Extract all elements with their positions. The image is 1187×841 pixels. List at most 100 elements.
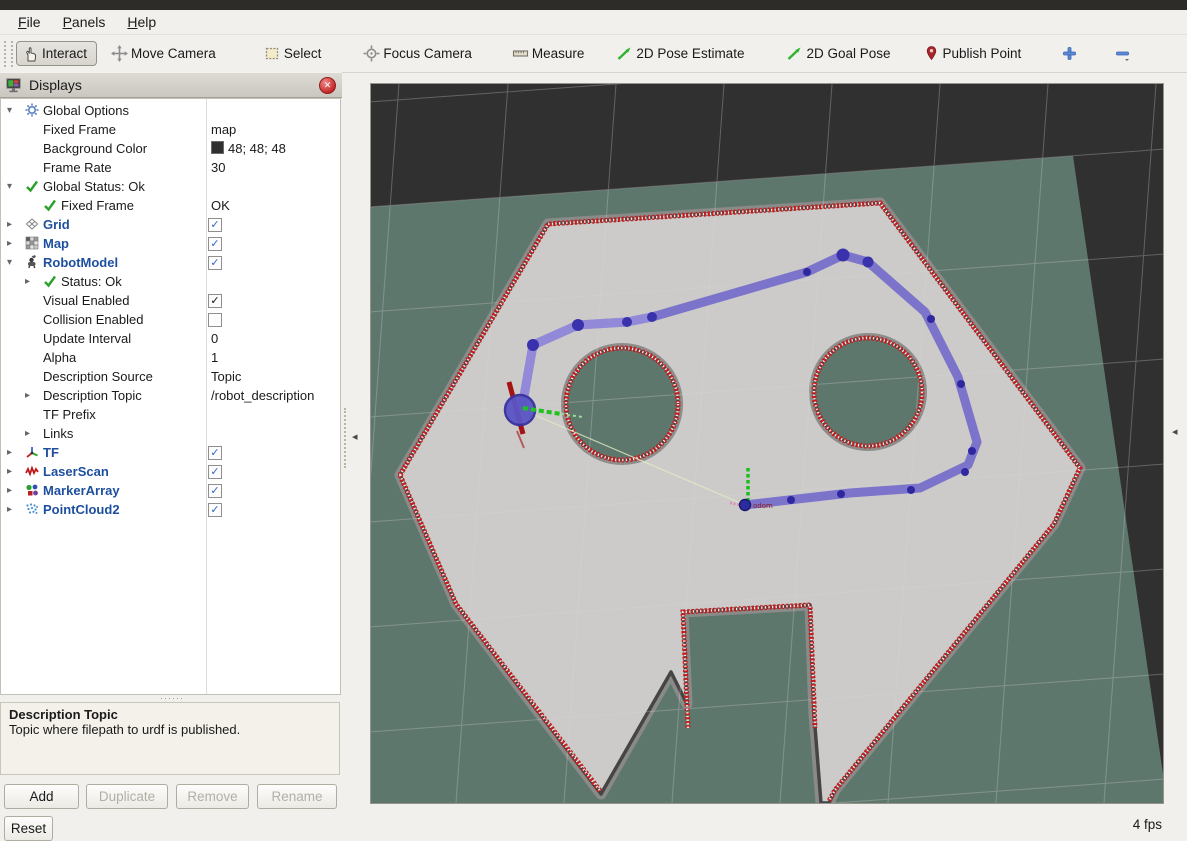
enabled-checkbox[interactable]: ✓ bbox=[208, 446, 222, 460]
enabled-checkbox[interactable]: ✓ bbox=[208, 294, 222, 308]
property-value[interactable]: 30 bbox=[211, 158, 225, 177]
property-value[interactable]: Topic bbox=[211, 367, 241, 386]
collapse-left-panel-icon[interactable]: ◂ bbox=[352, 430, 358, 443]
menu-panels[interactable]: Panels bbox=[53, 12, 116, 32]
menu-file[interactable]: File bbox=[8, 12, 51, 32]
add-tool-button[interactable] bbox=[1055, 41, 1084, 66]
add-button[interactable]: Add bbox=[4, 784, 79, 809]
display-row-frame-rate[interactable]: Frame Rate30 bbox=[1, 158, 340, 177]
displays-panel-header[interactable]: Displays ✕ bbox=[0, 72, 342, 98]
enabled-checkbox[interactable]: ✓ bbox=[208, 313, 222, 327]
tool-move-camera[interactable]: Move Camera bbox=[105, 41, 222, 66]
display-row-fixed-frame[interactable]: Fixed FrameOK bbox=[1, 196, 340, 215]
property-value[interactable]: 1 bbox=[211, 348, 218, 367]
display-row-global-options[interactable]: ▾Global Options bbox=[1, 101, 340, 120]
display-row-robotmodel[interactable]: ▾ RobotModel ✓ bbox=[1, 253, 340, 272]
enabled-checkbox[interactable]: ✓ bbox=[208, 465, 222, 479]
tool-publish-point[interactable]: Publish Point bbox=[917, 41, 1028, 66]
tf-frame-label: odom bbox=[753, 502, 773, 510]
left-splitter[interactable] bbox=[344, 408, 349, 468]
display-row-global-status-ok[interactable]: ▾ Global Status: Ok bbox=[1, 177, 340, 196]
collapse-arrow-icon[interactable]: ▾ bbox=[7, 177, 12, 196]
property-name: Description Topic bbox=[43, 386, 142, 405]
tool-label: Select bbox=[284, 46, 322, 61]
displays-panel: Displays ✕ ▾Global OptionsFixed Framemap… bbox=[0, 72, 342, 695]
collapse-right-panel-icon[interactable]: ◂ bbox=[1172, 425, 1178, 438]
fps-counter: 4 fps bbox=[1133, 817, 1162, 832]
tool-interact[interactable]: Interact bbox=[16, 41, 97, 66]
expand-arrow-icon[interactable]: ▸ bbox=[7, 500, 12, 519]
reset-button[interactable]: Reset bbox=[4, 816, 53, 841]
display-row-markerarray[interactable]: ▸MarkerArray✓ bbox=[1, 481, 340, 500]
toolbar-drag-handle[interactable] bbox=[4, 41, 13, 67]
remove-tool-button[interactable] bbox=[1108, 41, 1137, 66]
display-row-tf[interactable]: ▸TF✓ bbox=[1, 443, 340, 462]
display-row-background-color[interactable]: Background Color48; 48; 48 bbox=[1, 139, 340, 158]
property-name: LaserScan bbox=[43, 462, 109, 481]
property-value[interactable]: map bbox=[211, 120, 236, 139]
panel-splitter-handle[interactable]: ······ bbox=[150, 696, 194, 701]
tool-2d-pose-estimate[interactable]: 2D Pose Estimate bbox=[610, 41, 750, 66]
display-row-collision-enabled[interactable]: Collision Enabled✓ bbox=[1, 310, 340, 329]
property-help-box: Description Topic Topic where filepath t… bbox=[0, 702, 340, 775]
property-name: Description Source bbox=[43, 367, 153, 386]
tool-select[interactable]: Select bbox=[258, 41, 328, 66]
display-row-update-interval[interactable]: Update Interval0 bbox=[1, 329, 340, 348]
property-name: PointCloud2 bbox=[43, 500, 120, 519]
enabled-checkbox[interactable]: ✓ bbox=[208, 256, 222, 270]
display-row-fixed-frame[interactable]: Fixed Framemap bbox=[1, 120, 340, 139]
expand-arrow-icon[interactable]: ▸ bbox=[25, 424, 30, 443]
property-value[interactable]: 0 bbox=[211, 329, 218, 348]
display-row-alpha[interactable]: Alpha1 bbox=[1, 348, 340, 367]
display-row-grid[interactable]: ▸ Grid ✓ bbox=[1, 215, 340, 234]
close-icon[interactable]: ✕ bbox=[319, 77, 336, 94]
collapse-arrow-icon[interactable]: ▾ bbox=[7, 253, 12, 272]
expand-arrow-icon[interactable]: ▸ bbox=[7, 481, 12, 500]
tool-label: Interact bbox=[42, 46, 87, 61]
tool-label: 2D Goal Pose bbox=[806, 46, 890, 61]
property-value[interactable]: OK bbox=[211, 196, 230, 215]
property-name: Global Status: Ok bbox=[43, 177, 145, 196]
menu-bar[interactable]: FilePanelsHelp bbox=[0, 10, 1187, 35]
expand-arrow-icon[interactable]: ▸ bbox=[7, 234, 12, 253]
expand-arrow-icon[interactable]: ▸ bbox=[25, 386, 30, 405]
property-value[interactable]: /robot_description bbox=[211, 386, 314, 405]
display-row-laserscan[interactable]: ▸ LaserScan ✓ bbox=[1, 462, 340, 481]
plus-icon bbox=[1061, 45, 1078, 62]
tool-measure[interactable]: Measure bbox=[506, 41, 591, 66]
move-arrows-icon bbox=[111, 45, 128, 62]
display-row-visual-enabled[interactable]: Visual Enabled✓ bbox=[1, 291, 340, 310]
expand-arrow-icon[interactable]: ▸ bbox=[7, 443, 12, 462]
property-name: RobotModel bbox=[43, 253, 118, 272]
color-swatch bbox=[211, 141, 224, 154]
display-row-map[interactable]: ▸Map✓ bbox=[1, 234, 340, 253]
expand-arrow-icon[interactable]: ▸ bbox=[25, 272, 30, 291]
display-row-links[interactable]: ▸Links bbox=[1, 424, 340, 443]
menu-help[interactable]: Help bbox=[117, 12, 166, 32]
tool-label: Measure bbox=[532, 46, 585, 61]
display-row-tf-prefix[interactable]: TF Prefix bbox=[1, 405, 340, 424]
display-row-status-ok[interactable]: ▸Status: Ok bbox=[1, 272, 340, 291]
expand-arrow-icon[interactable]: ▸ bbox=[7, 215, 12, 234]
property-value[interactable]: 48; 48; 48 bbox=[211, 139, 286, 158]
rename-button: Rename bbox=[257, 784, 337, 809]
grid-icon bbox=[25, 217, 39, 231]
tool-label: Publish Point bbox=[943, 46, 1022, 61]
window-top-strip bbox=[0, 0, 1187, 10]
tool-label: 2D Pose Estimate bbox=[636, 46, 744, 61]
render-viewport-3d[interactable]: odom bbox=[371, 84, 1163, 803]
enabled-checkbox[interactable]: ✓ bbox=[208, 237, 222, 251]
display-row-description-topic[interactable]: ▸ Description Topic/robot_description bbox=[1, 386, 340, 405]
property-name: Grid bbox=[43, 215, 70, 234]
tool-2d-goal-pose[interactable]: 2D Goal Pose bbox=[780, 41, 896, 66]
display-row-pointcloud2[interactable]: ▸ PointCloud2 ✓ bbox=[1, 500, 340, 519]
help-title: Description Topic bbox=[9, 707, 331, 722]
enabled-checkbox[interactable]: ✓ bbox=[208, 218, 222, 232]
displays-tree[interactable]: ▾Global OptionsFixed FramemapBackground … bbox=[0, 98, 341, 695]
expand-arrow-icon[interactable]: ▸ bbox=[7, 462, 12, 481]
enabled-checkbox[interactable]: ✓ bbox=[208, 484, 222, 498]
display-row-description-source[interactable]: Description Source Topic bbox=[1, 367, 340, 386]
collapse-arrow-icon[interactable]: ▾ bbox=[7, 101, 12, 120]
tool-focus-camera[interactable]: Focus Camera bbox=[357, 41, 478, 66]
enabled-checkbox[interactable]: ✓ bbox=[208, 503, 222, 517]
